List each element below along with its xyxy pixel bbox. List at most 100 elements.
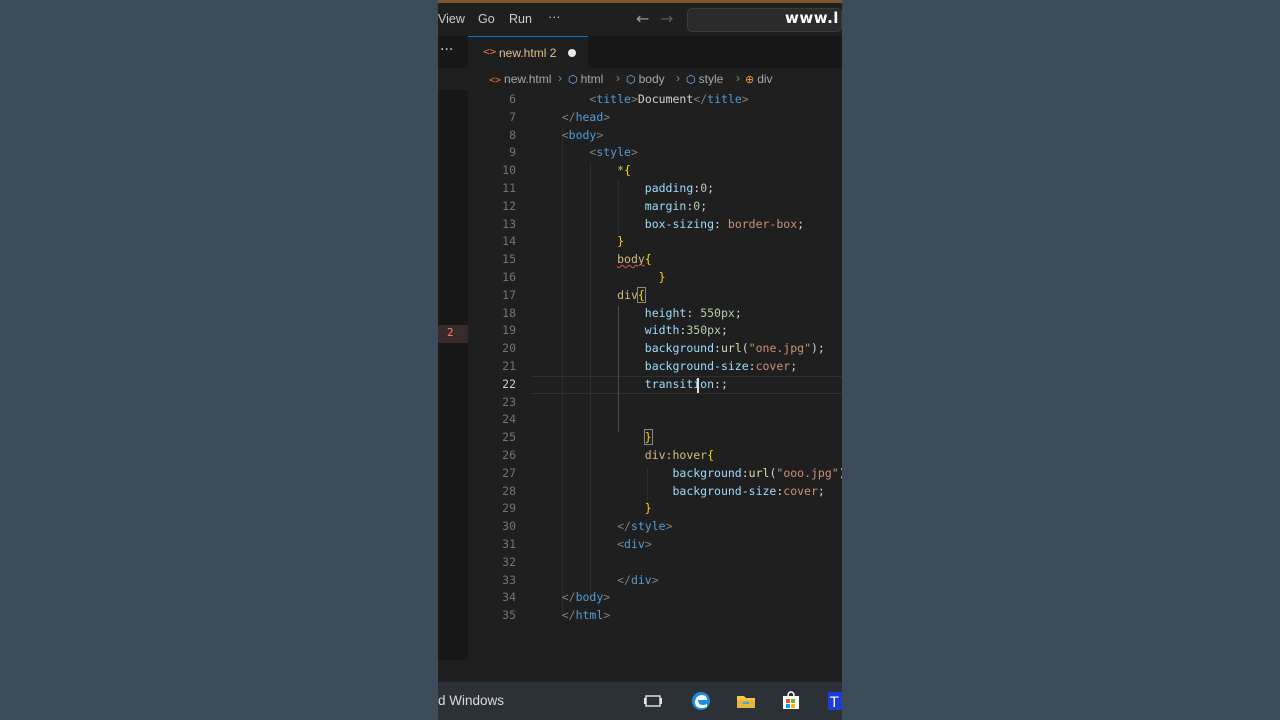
element-icon: ⬡	[568, 74, 578, 86]
code-text: <title>Document</title>	[589, 92, 749, 106]
vscode-window: View Go Run ··· ← → www.l ··· <> new.htm…	[438, 0, 842, 720]
code-text: </head>	[561, 109, 611, 124]
problem-count: 2	[549, 46, 557, 60]
line-number: 30	[502, 519, 516, 534]
code-line[interactable]: 14 }	[468, 234, 842, 252]
code-line[interactable]: 12 margin:0;	[468, 199, 842, 217]
breadcrumb-file-label: new.html	[504, 72, 552, 86]
code-text: padding:0;	[644, 181, 715, 195]
edge-icon[interactable]	[690, 690, 712, 712]
code-text: body{	[617, 252, 652, 267]
code-line[interactable]: 34 </body>	[468, 590, 842, 608]
code-line[interactable]: 21 background-size:cover;	[468, 359, 842, 377]
code-line[interactable]: 9 <style>	[468, 145, 842, 163]
code-line[interactable]: 15 body{	[468, 252, 842, 270]
code-text: div:hover{	[644, 448, 715, 462]
breadcrumb-body-label: body	[638, 72, 665, 86]
store-icon[interactable]	[780, 690, 802, 712]
code-line[interactable]: 11 padding:0;	[468, 181, 842, 199]
menu-view[interactable]: View	[438, 12, 465, 26]
text-cursor	[697, 378, 699, 393]
editor-bottom	[438, 660, 842, 682]
task-view-icon[interactable]	[642, 690, 664, 712]
code-line[interactable]: 27 background:url("ooo.jpg");	[468, 466, 842, 484]
line-number: 34	[502, 590, 516, 605]
code-line[interactable]: 35 </html>	[468, 608, 842, 626]
code-text: height: 550px;	[644, 305, 742, 320]
breadcrumb-body[interactable]: ⬡ body	[626, 72, 665, 86]
code-line[interactable]: 32	[468, 555, 842, 573]
code-line[interactable]: 25 }	[468, 429, 842, 448]
code-line[interactable]: 23	[468, 395, 842, 413]
chevron-right-icon: ›	[616, 71, 620, 85]
menu-go[interactable]: Go	[478, 12, 495, 26]
code-line[interactable]: 16 }	[468, 270, 842, 288]
code-line[interactable]: 31 <div>	[468, 537, 842, 555]
chevron-right-icon: ›	[558, 71, 562, 85]
code-line[interactable]: 8 <body>	[468, 128, 842, 146]
breadcrumb-html[interactable]: ⬡ html	[568, 72, 603, 86]
code-line[interactable]: 20 background:url("one.jpg");	[468, 341, 842, 359]
file-explorer-icon[interactable]	[735, 690, 757, 712]
code-line[interactable]: 6 <title>Document</title>	[468, 92, 842, 110]
tab-new-html[interactable]: <> new.html 2	[468, 36, 588, 68]
line-number: 29	[502, 501, 516, 516]
unsaved-dot-icon[interactable]	[568, 49, 576, 57]
line-number: 15	[502, 252, 516, 267]
menu-run[interactable]: Run	[509, 12, 532, 26]
code-text: background-size:cover;	[644, 359, 798, 373]
code-line[interactable]: 17 div{	[468, 286, 842, 306]
error-marker[interactable]: 2	[438, 325, 468, 343]
app-icon[interactable]: T	[826, 690, 842, 712]
element-icon: ⬡	[626, 74, 636, 86]
watermark-text: www.l	[785, 9, 839, 27]
line-number: 26	[502, 448, 516, 462]
code-editor[interactable]: 6 <title>Document</title> 7 </head> 8 <bod…	[468, 90, 842, 660]
code-text: }	[617, 234, 625, 249]
code-text: }	[658, 270, 666, 284]
breadcrumb-style-label: style	[698, 72, 724, 86]
code-line[interactable]: 10 *{	[468, 163, 842, 181]
code-line[interactable]: 28 background-size:cover;	[468, 484, 842, 502]
side-panel-edge: 2	[438, 90, 468, 713]
code-line[interactable]: 19 width:350px;	[468, 323, 842, 341]
code-text: *{	[617, 163, 631, 178]
background-left	[0, 0, 438, 720]
back-arrow-icon[interactable]: ←	[636, 9, 649, 28]
forward-arrow-icon[interactable]: →	[660, 9, 673, 28]
menu-bar: View Go Run ··· ← → www.l	[438, 0, 842, 36]
code-line[interactable]: 22 transition:;	[468, 377, 842, 395]
code-text: background:url("one.jpg");	[644, 341, 825, 356]
breadcrumb-file[interactable]: <> new.html	[489, 72, 551, 86]
code-line[interactable]: 30 </style>	[468, 519, 842, 537]
code-line[interactable]: 18 height: 550px;	[468, 306, 842, 324]
code-line[interactable]: 29 }	[468, 501, 842, 519]
chevron-right-icon: ›	[736, 71, 740, 85]
code-line[interactable]: 33 </div>	[468, 573, 842, 591]
code-text: <body>	[561, 127, 604, 142]
code-line[interactable]: 13 box-sizing: border-box;	[468, 217, 842, 235]
tag-icon: ⊕	[745, 74, 755, 86]
line-number: 12	[502, 198, 516, 213]
code-text: </html>	[561, 608, 611, 623]
line-number: 8	[509, 127, 516, 142]
line-number: 19	[502, 323, 516, 338]
code-line[interactable]: 24	[468, 412, 842, 430]
menu-more[interactable]: ···	[548, 10, 561, 24]
code-text: background-size:cover;	[672, 483, 825, 498]
code-line[interactable]: 7 </head>	[468, 110, 842, 128]
line-number: 22	[502, 376, 516, 391]
line-number: 6	[509, 92, 516, 106]
activate-windows-text: d Windows	[438, 693, 505, 708]
more-actions-icon[interactable]: ···	[440, 42, 453, 58]
line-number: 33	[502, 572, 516, 587]
code-line[interactable]: 26 div:hover{	[468, 448, 842, 466]
code-text: div{	[617, 286, 646, 303]
line-number: 11	[502, 181, 516, 195]
line-number: 25	[502, 430, 516, 445]
breadcrumb-style[interactable]: ⬡ style	[686, 72, 723, 86]
line-number: 10	[502, 163, 516, 178]
breadcrumb-div[interactable]: ⊕ div	[745, 72, 773, 86]
code-text: <div>	[617, 537, 652, 551]
code-text: background:url("ooo.jpg");	[672, 465, 842, 480]
